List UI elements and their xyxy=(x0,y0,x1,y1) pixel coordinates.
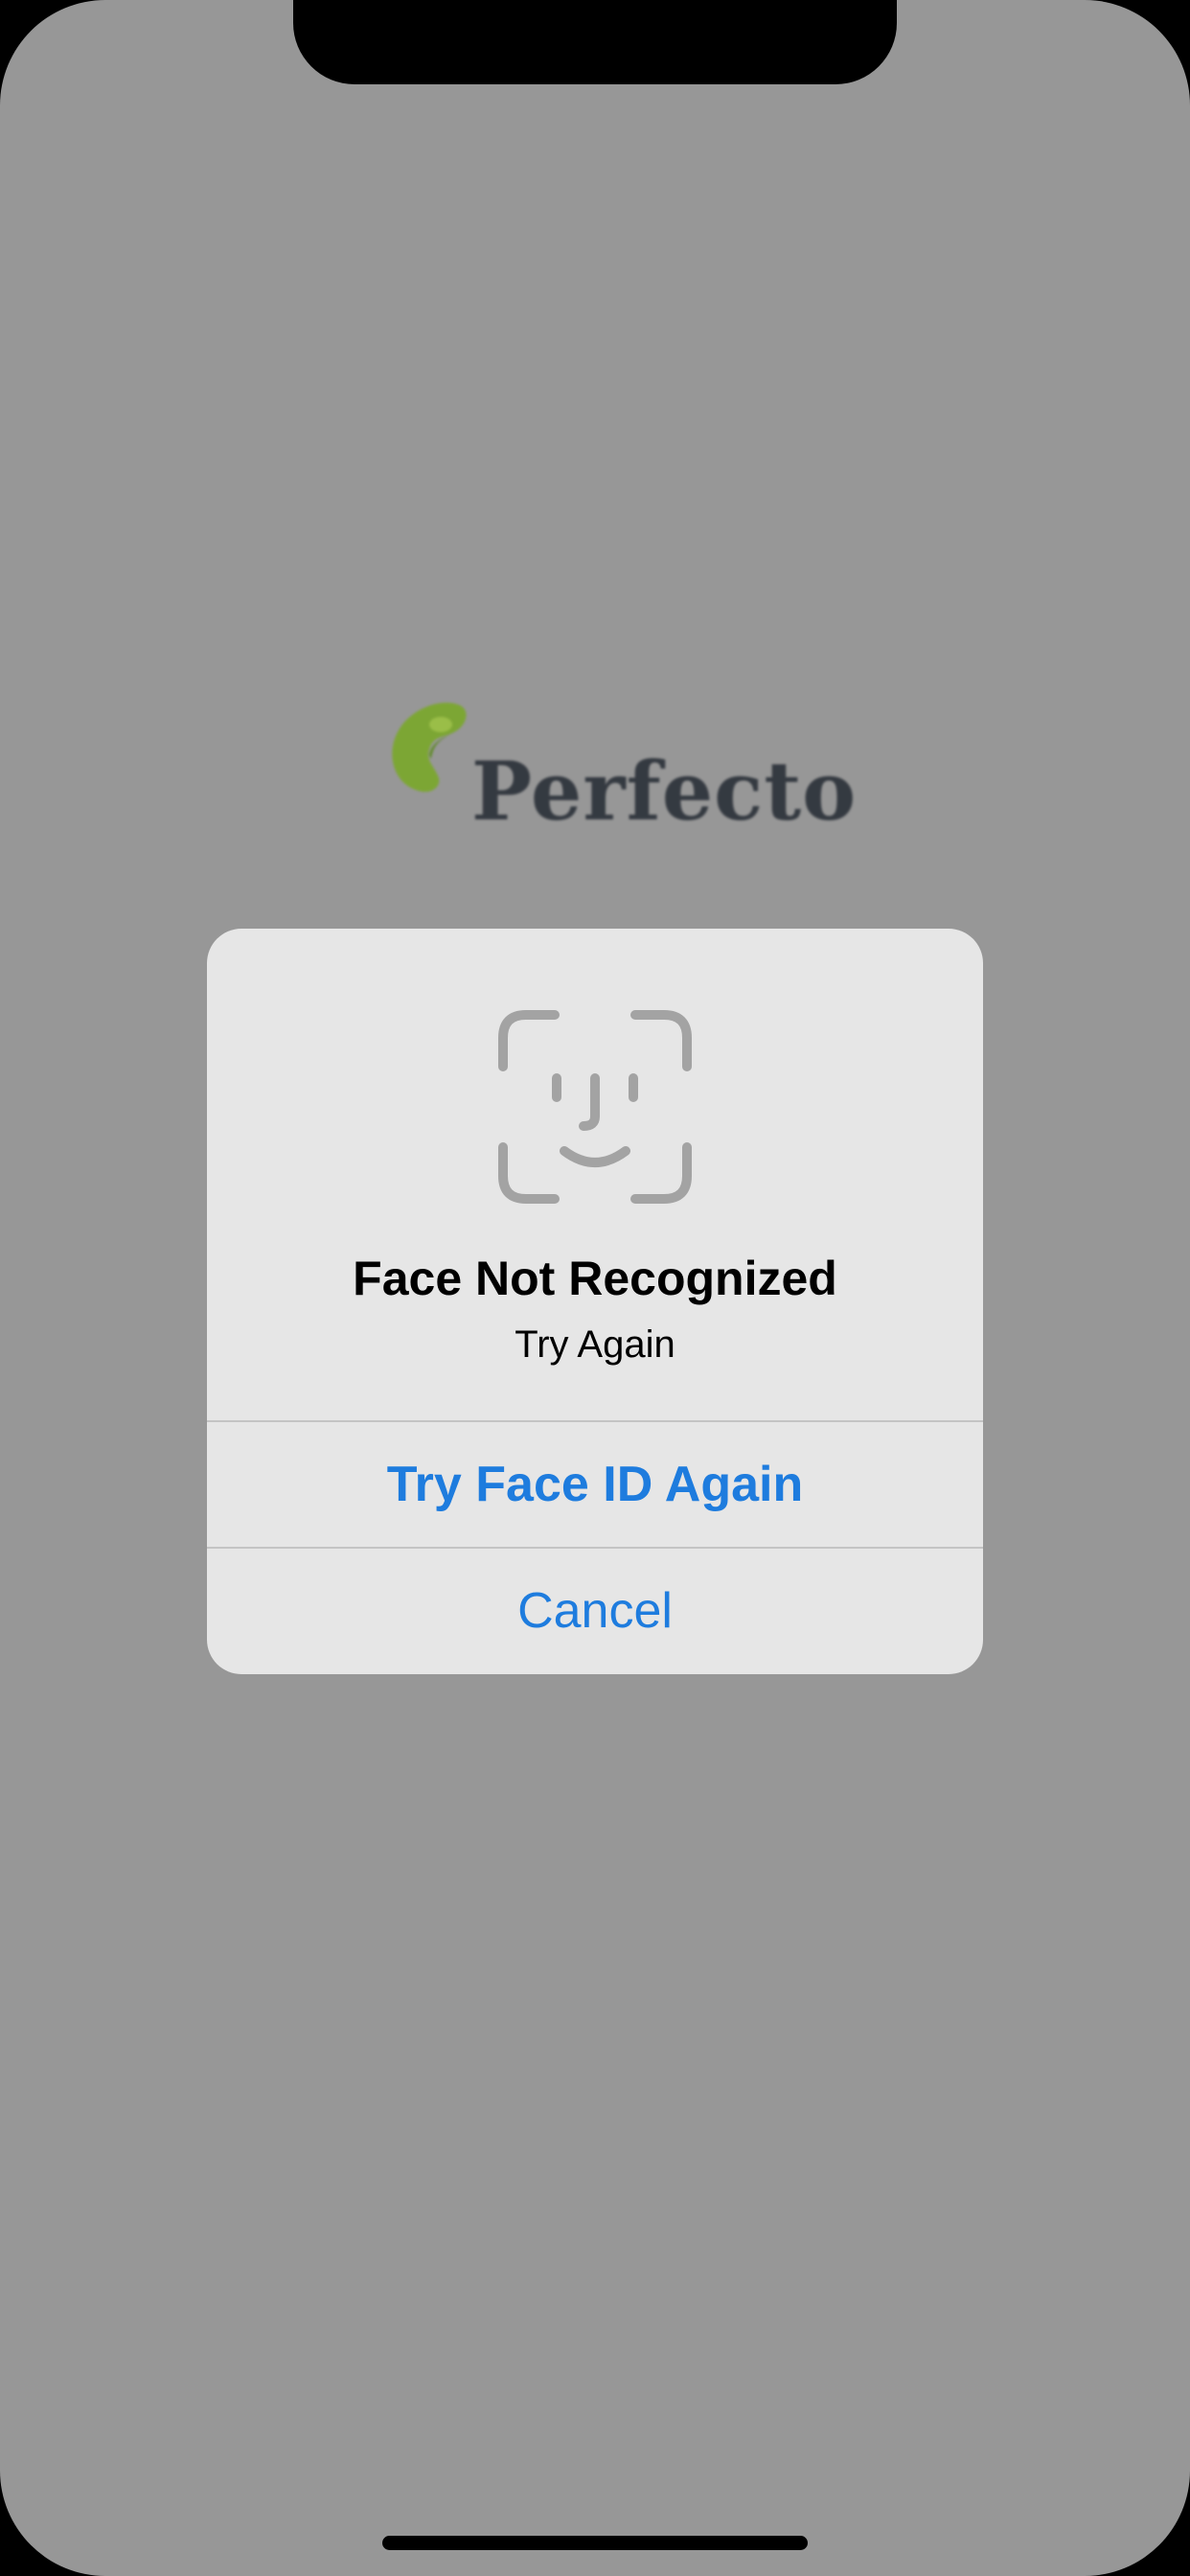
device-screen: Perfecto Face Not Recognized Try Again T… xyxy=(0,0,1190,2576)
home-indicator[interactable] xyxy=(382,2536,808,2550)
device-notch xyxy=(293,0,897,84)
alert-message: Try Again xyxy=(515,1323,675,1366)
app-logo-text: Perfecto xyxy=(471,744,858,839)
face-id-icon xyxy=(498,1010,692,1204)
alert-title: Face Not Recognized xyxy=(353,1252,837,1305)
cancel-button[interactable]: Cancel xyxy=(207,1549,983,1674)
app-logo: Perfecto xyxy=(383,698,856,841)
try-face-id-again-button[interactable]: Try Face ID Again xyxy=(207,1422,983,1547)
face-id-alert: Face Not Recognized Try Again Try Face I… xyxy=(207,929,983,1674)
